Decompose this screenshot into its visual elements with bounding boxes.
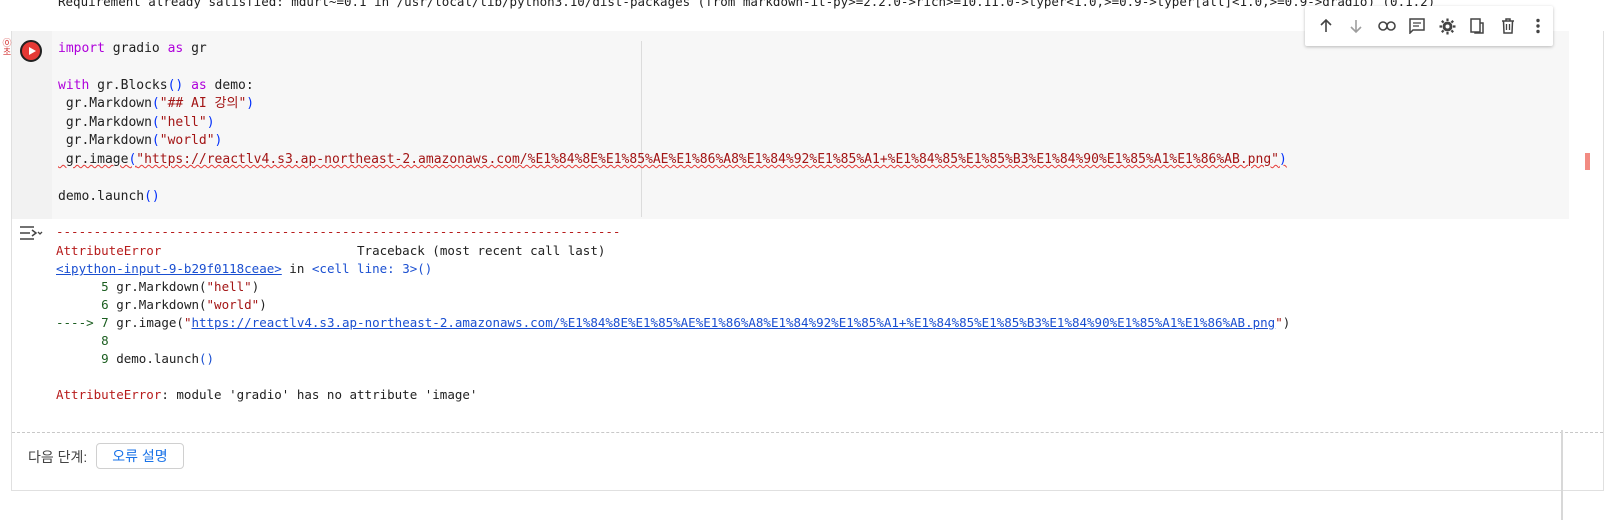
traceback-line-5: 5 gr.Markdown("hell") xyxy=(56,279,260,294)
arrow-down-icon[interactable] xyxy=(1341,10,1371,42)
arrow-up-icon[interactable] xyxy=(1311,10,1341,42)
explain-error-button[interactable]: 오류 설명 xyxy=(96,443,184,469)
scrollbar[interactable] xyxy=(1561,430,1563,520)
code-line-7: gr.image("https://reactlv4.s3.ap-northea… xyxy=(58,152,1287,167)
run-cell-button[interactable] xyxy=(20,40,42,62)
error-scroll-marker xyxy=(1585,153,1590,170)
traceback-line-8: 8 xyxy=(56,333,109,348)
gear-icon[interactable] xyxy=(1432,10,1462,42)
output-separator xyxy=(12,432,1603,433)
more-vert-icon[interactable] xyxy=(1523,10,1553,42)
link-icon[interactable] xyxy=(1372,10,1402,42)
code-line-5: gr.Markdown("hell") xyxy=(58,115,215,130)
code-line-4: gr.Markdown("## AI 강의") xyxy=(58,96,255,111)
output-dashes: ----------------------------------------… xyxy=(56,224,621,239)
column-ruler xyxy=(641,41,642,217)
traceback-header: AttributeError Traceback (most recent ca… xyxy=(56,243,606,258)
error-badge: ⓪초 xyxy=(2,38,12,57)
code-line-1: import gradio as gr xyxy=(58,41,207,56)
trash-icon[interactable] xyxy=(1493,10,1523,42)
traceback-line-7: ----> 7 gr.image("https://reactlv4.s3.ap… xyxy=(56,315,1291,330)
traceback-line-9: 9 demo.launch() xyxy=(56,351,215,366)
code-line-3: with gr.Blocks() as demo: xyxy=(58,78,254,93)
code-editor[interactable]: import gradio as gr with gr.Blocks() as … xyxy=(52,31,1590,219)
ipython-input-link[interactable]: <ipython-input-9-b29f0118ceae> xyxy=(56,261,282,276)
code-line-6: gr.Markdown("world") xyxy=(58,133,223,148)
output-actions-icon[interactable] xyxy=(19,224,43,244)
mirror-icon[interactable] xyxy=(1462,10,1492,42)
traceback-location: <ipython-input-9-b29f0118ceae> in <cell … xyxy=(56,261,433,276)
final-error-message: AttributeError: module 'gradio' has no a… xyxy=(56,387,478,402)
image-url-link[interactable]: https://reactlv4.s3.ap-northeast-2.amazo… xyxy=(191,315,1275,330)
code-line-9: demo.launch() xyxy=(58,189,160,204)
comment-icon[interactable] xyxy=(1402,10,1432,42)
next-steps-label: 다음 단계: xyxy=(28,449,88,465)
cell-toolbar xyxy=(1305,6,1553,46)
traceback-line-6: 6 gr.Markdown("world") xyxy=(56,297,267,312)
cell-gutter: ⓪초 xyxy=(2,31,52,219)
